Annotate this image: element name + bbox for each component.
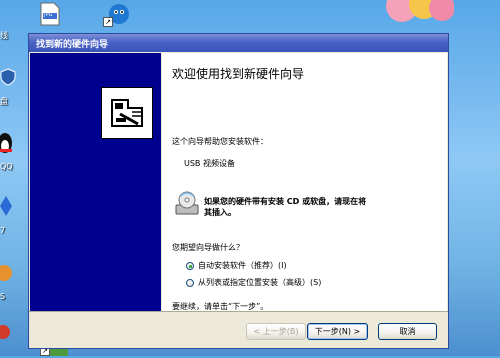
shortcut-arrow-icon: ↗ [103, 17, 113, 27]
next-button[interactable]: 下一步(N) > [307, 323, 368, 340]
radio-advanced-install-label[interactable]: 从列表或指定位置安装（高级）(S) [198, 277, 321, 288]
hardware-wizard-window: 找到新的硬件向导 欢迎使用找到新硬件向导 这个向导帮助您安装软件： USB 视频… [28, 33, 449, 349]
wizard-side-panel [30, 53, 161, 311]
qq-bird-icon[interactable]: ↗ [103, 3, 129, 27]
wizard-question: 您期望向导做什么？ [172, 243, 244, 252]
jpg-file-label: JPG [44, 12, 53, 18]
title-bar[interactable]: 找到新的硬件向导 [29, 34, 448, 52]
cd-hint-line2: 其插入。 [204, 208, 236, 217]
back-button[interactable]: < 上一步(B) [246, 323, 306, 340]
desktop-icon-label: QQ [0, 162, 13, 171]
radio-button[interactable] [186, 278, 194, 287]
desktop-icon-label: 线 [0, 31, 8, 40]
desktop-icon-label: 盘 [0, 97, 8, 106]
wizard-content: 欢迎使用找到新硬件向导 这个向导帮助您安装软件： USB 视频设备 如果您的硬件… [162, 53, 447, 311]
wizard-intro: 这个向导帮助您安装软件： [172, 137, 268, 146]
flower-decoration-icon [384, 0, 455, 34]
window-title: 找到新的硬件向导 [36, 40, 109, 50]
qq-penguin-icon[interactable] [0, 132, 14, 154]
radio-auto-install[interactable]: 自动安装软件（推荐）(I) [186, 260, 287, 271]
jpg-file-icon[interactable]: JPG [40, 2, 60, 26]
cancel-button[interactable]: 取消 [378, 323, 437, 340]
device-name: USB 视频设备 [184, 159, 235, 168]
app-icon[interactable] [0, 322, 12, 342]
app-icon[interactable] [0, 262, 12, 284]
wizard-heading: 欢迎使用找到新硬件向导 [172, 67, 305, 81]
cd-hint-line1: 如果您的硬件带有安装 CD 或软盘，请现在将 [204, 197, 367, 206]
button-bar: < 上一步(B) 下一步(N) > 取消 [29, 311, 448, 348]
app-icon[interactable] [0, 196, 12, 216]
radio-button-selected[interactable] [186, 261, 194, 270]
radio-advanced-install[interactable]: 从列表或指定位置安装（高级）(S) [186, 277, 321, 288]
shield-icon[interactable] [0, 68, 16, 86]
cd-drive-icon [174, 191, 200, 217]
desktop-icon-label: 7 [0, 226, 6, 235]
radio-auto-install-label[interactable]: 自动安装软件（推荐）(I) [198, 260, 287, 271]
hardware-wizard-icon [101, 87, 153, 139]
desktop-icon-label: S [0, 292, 6, 301]
